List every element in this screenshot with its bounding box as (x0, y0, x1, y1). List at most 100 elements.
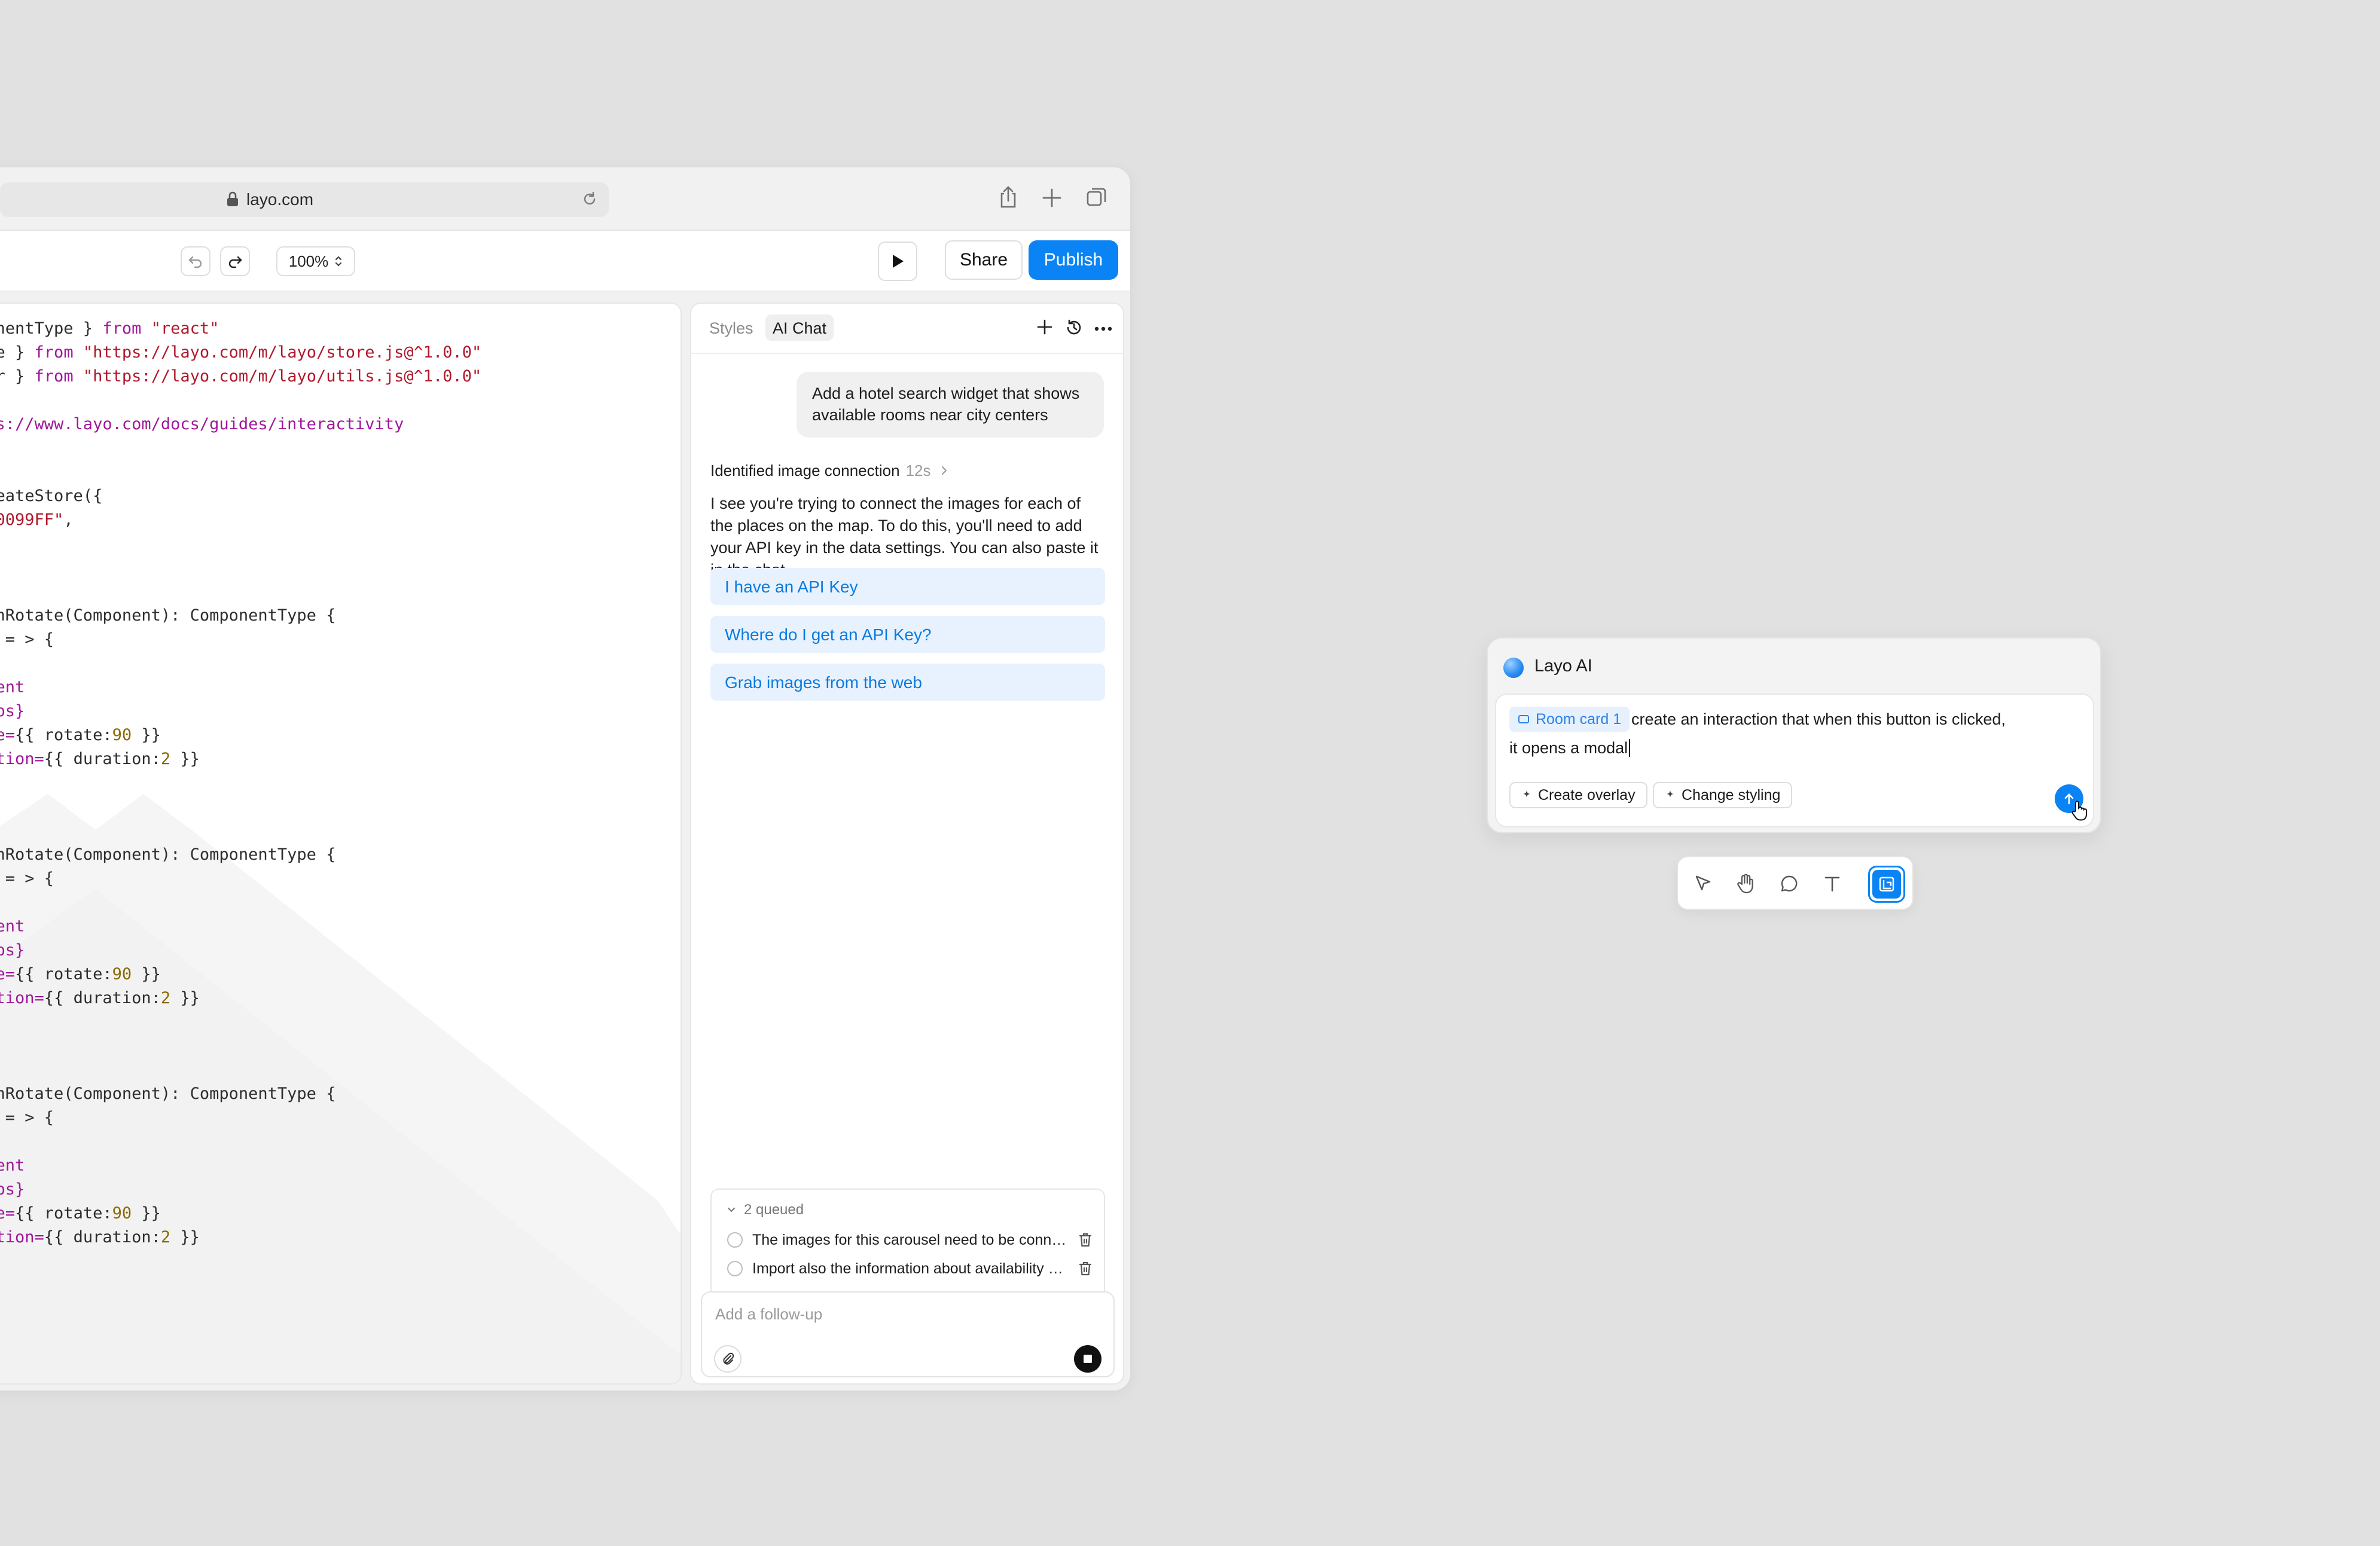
suggestion-where-api-key[interactable]: Where do I get an API Key? (710, 616, 1105, 653)
queue-radio[interactable] (727, 1261, 743, 1276)
queue-panel: 2 queued The images for this carousel ne… (710, 1188, 1105, 1291)
code-token: 2 (160, 750, 171, 768)
action-label: Change styling (1682, 786, 1781, 803)
room-card-chip[interactable]: Room card 1 (1509, 707, 1630, 732)
queue-item[interactable]: Import also the information about availa… (727, 1258, 1092, 1279)
layo-ai-logo-icon (1503, 658, 1524, 678)
code-token: {{ duration: (44, 1228, 161, 1246)
prompt-text-line-1[interactable]: create an interaction that when this but… (1631, 710, 2006, 729)
redo-button[interactable] (220, 246, 250, 276)
trash-icon[interactable] (1079, 1232, 1092, 1248)
chevron-right-icon (941, 466, 947, 475)
play-button[interactable] (878, 242, 917, 281)
plus-icon[interactable] (1036, 318, 1054, 336)
code-token: ponentType } (0, 319, 93, 338)
queue-item-text: Import also the information about availa… (752, 1260, 1069, 1277)
code-token: s) = > { (5, 1108, 54, 1127)
workspace: ponentType } from "react"ore } from "htt… (0, 292, 1130, 1391)
browser-window: layo.com 100% Share Publish entType} fr… (0, 167, 1130, 1391)
undo-button[interactable] (181, 246, 210, 276)
tabs-overview-icon[interactable] (1086, 187, 1107, 208)
chip-label: Room card 1 (1536, 710, 1622, 728)
prompt-text: it opens a modal (1509, 739, 1628, 757)
code-line: ate={{ rotate:90 }} (0, 963, 481, 986)
code-token: from (102, 319, 142, 338)
code-token: }} (132, 726, 161, 744)
code-token: ate= (0, 726, 16, 744)
code-token: sition= (0, 750, 44, 768)
url-text: layo.com (246, 190, 314, 209)
chevron-down-icon (727, 1207, 736, 1213)
new-tab-icon[interactable] (1042, 188, 1062, 208)
code-token: }} (170, 989, 200, 1007)
code-line: ate={{ rotate:90 }} (0, 1202, 481, 1226)
reload-icon[interactable] (581, 191, 598, 207)
code-line: tps://www.layo.com/docs/guides/interacti… (0, 413, 481, 436)
code-token: , (63, 511, 74, 529)
queue-item[interactable]: The images for this carousel need to be … (727, 1229, 1092, 1251)
pointer-hand-icon (2070, 800, 2088, 821)
code-token: s) = > { (5, 630, 54, 649)
code-editor[interactable]: ponentType } from "react"ore } from "htt… (0, 303, 682, 1385)
code-token: {{ duration: (44, 750, 161, 768)
layo-ai-icon[interactable] (1868, 866, 1905, 903)
history-icon[interactable] (1064, 318, 1084, 337)
code-token: ithRotate(Component): ComponentType { (0, 606, 336, 625)
select-icon[interactable] (1690, 870, 1716, 897)
action-label: Create overlay (1538, 786, 1636, 803)
sparkle-icon (1665, 790, 1676, 801)
code-line: s) = > { (0, 1106, 481, 1130)
code-token: onent (0, 917, 25, 936)
queue-radio[interactable] (727, 1232, 743, 1248)
text-icon[interactable] (1819, 870, 1845, 897)
tab-styles[interactable]: Styles (702, 314, 761, 341)
code-line: onent (0, 676, 481, 699)
code-token: 2 (160, 1228, 171, 1246)
trash-icon[interactable] (1079, 1261, 1092, 1276)
code-line: ponentType } from "react" (0, 317, 481, 341)
code-token: createStore({ (0, 487, 103, 505)
hand-icon[interactable] (1733, 870, 1759, 897)
address-bar[interactable]: layo.com (0, 182, 609, 217)
change-styling-button[interactable]: Change styling (1653, 782, 1793, 808)
code-token: 90 (112, 726, 132, 744)
code-line: rops} (0, 939, 481, 963)
prompt-text-line-2[interactable]: it opens a modal (1509, 739, 1631, 757)
status-line[interactable]: Identified image connection 12s (710, 462, 947, 480)
ai-prompt-box[interactable]: Room card 1 create an interaction that w… (1495, 693, 2094, 827)
code-token: }} (170, 750, 200, 768)
code-token: rops} (0, 941, 25, 960)
code-content[interactable]: ponentType } from "react"ore } from "htt… (0, 317, 481, 1249)
tab-ai-chat[interactable]: AI Chat (765, 314, 834, 341)
share-button[interactable]: Share (945, 240, 1023, 280)
code-token: {{ rotate: (15, 726, 112, 744)
publish-button-label: Publish (1043, 250, 1103, 270)
share-icon[interactable] (997, 185, 1019, 209)
attach-button[interactable] (714, 1345, 742, 1373)
code-line: s) = > { (0, 867, 481, 891)
create-overlay-button[interactable]: Create overlay (1509, 782, 1647, 808)
suggestion-api-key[interactable]: I have an API Key (710, 568, 1105, 605)
zoom-select[interactable]: 100% (276, 246, 355, 276)
publish-button[interactable]: Publish (1029, 240, 1118, 280)
code-token: }} (170, 1228, 200, 1246)
more-icon[interactable] (1094, 326, 1112, 331)
queue-toggle[interactable]: 2 queued (727, 1202, 804, 1218)
comment-icon[interactable] (1776, 870, 1802, 897)
zoom-value: 100% (288, 252, 329, 270)
code-token: ithRotate(Component): ComponentType { (0, 1084, 336, 1103)
stop-button[interactable] (1074, 1345, 1101, 1373)
code-token: "#0099FF" (0, 511, 64, 529)
suggestion-grab-images[interactable]: Grab images from the web (710, 664, 1105, 701)
code-token: sition= (0, 1228, 44, 1246)
followup-input[interactable] (714, 1302, 1073, 1326)
